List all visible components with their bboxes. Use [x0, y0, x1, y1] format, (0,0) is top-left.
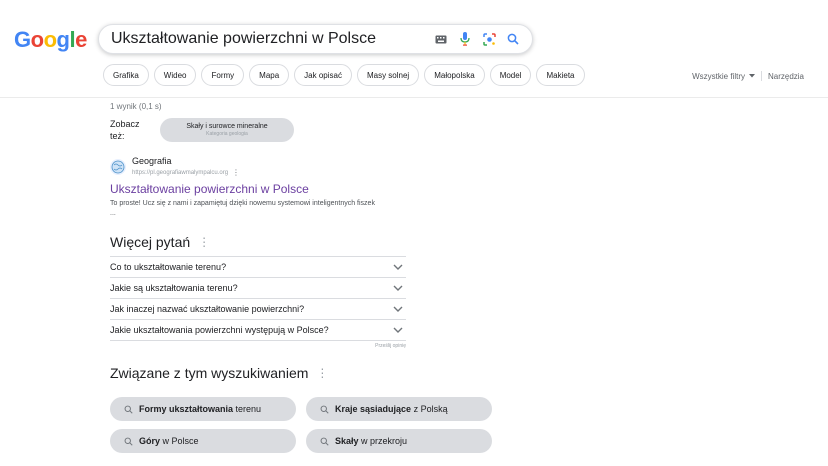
paa-question[interactable]: Jakie są ukształtowania terenu? — [110, 277, 406, 298]
tools-button[interactable]: Narzędzia — [768, 72, 804, 81]
chevron-down-icon — [392, 282, 404, 294]
see-also-chip-subtitle: Kategoria geologia — [206, 131, 248, 137]
paa-question[interactable]: Jak inaczej nazwać ukształtowanie powier… — [110, 298, 406, 319]
paa-question-text: Jakie są ukształtowania terenu? — [110, 283, 238, 293]
chip-jak-opisac[interactable]: Jak opisać — [294, 64, 352, 86]
related-searches-title: Związane z tym wyszukiwaniem — [110, 365, 309, 381]
lens-icon[interactable] — [482, 32, 496, 46]
related-bold-text: Formy ukształtowania — [139, 404, 234, 414]
result-url: https://pl.geografiawmalympalcu.org — [132, 169, 229, 176]
feedback-link[interactable]: Prześlij opinię — [110, 340, 406, 350]
chip-wideo[interactable]: Wideo — [153, 64, 197, 86]
see-also: Zobacz też: Skały i surowce mineralne Ka… — [110, 118, 294, 142]
related-bold-text: Skały — [335, 436, 359, 446]
search-icon — [124, 437, 133, 446]
microphone-icon[interactable] — [458, 32, 472, 46]
result-site[interactable]: Geografia https://pl.geografiawmalympalc… — [110, 156, 410, 177]
result-site-name: Geografia — [132, 156, 172, 166]
search-icon — [320, 405, 329, 414]
paa-title: Więcej pytań — [110, 234, 191, 250]
related-text: w przekroju — [358, 436, 408, 446]
see-also-chip[interactable]: Skały i surowce mineralne Kategoria geol… — [160, 118, 294, 142]
people-also-ask: Więcej pytań ⋮ Co to ukształtowanie tere… — [110, 234, 406, 350]
google-logo[interactable]: Google — [14, 27, 87, 53]
related-search-item[interactable]: Formy ukształtowania terenu — [110, 397, 296, 421]
related-bold-text: Kraje sąsiadujące — [335, 404, 412, 414]
paa-more-icon[interactable]: ⋮ — [198, 235, 210, 249]
related-more-icon[interactable]: ⋮ — [316, 366, 328, 380]
search-icon — [124, 405, 133, 414]
all-filters-label: Wszystkie filtry — [692, 71, 745, 81]
chip-formy[interactable]: Formy — [201, 64, 245, 86]
paa-question[interactable]: Jakie ukształtowania powierzchni występu… — [110, 319, 406, 340]
keyboard-icon[interactable] — [434, 32, 448, 46]
related-bold-text: Góry — [139, 436, 161, 446]
paa-question[interactable]: Co to ukształtowanie terenu? — [110, 256, 406, 277]
globe-favicon-icon — [110, 158, 126, 175]
chip-masy-solnej[interactable]: Masy solnej — [356, 64, 420, 86]
chip-makieta[interactable]: Makieta — [536, 64, 585, 86]
chevron-down-icon — [392, 261, 404, 273]
filter-chips: Grafika Wideo Formy Mapa Jak opisać Masy… — [103, 64, 585, 86]
search-icon[interactable] — [506, 32, 520, 46]
search-input[interactable]: Ukształtowanie powierzchni w Polsce — [111, 30, 434, 48]
related-search-item[interactable]: Kraje sąsiadujące z Polską — [306, 397, 492, 421]
more-options-icon[interactable]: ⋮ — [232, 168, 240, 177]
divider — [760, 71, 762, 81]
chip-mapa[interactable]: Mapa — [249, 64, 290, 86]
related-search-item[interactable]: Góry w Polsce — [110, 429, 296, 453]
chip-model[interactable]: Model — [489, 64, 532, 86]
related-text: z Polską — [411, 404, 448, 414]
related-text: w Polsce — [160, 436, 199, 446]
search-result: Geografia https://pl.geografiawmalympalc… — [110, 156, 410, 219]
chevron-down-icon — [392, 303, 404, 315]
related-text: terenu — [233, 404, 262, 414]
chip-grafika[interactable]: Grafika — [103, 64, 149, 86]
paa-question-text: Jak inaczej nazwać ukształtowanie powier… — [110, 304, 305, 314]
chevron-down-icon — [392, 324, 404, 336]
paa-question-text: Jakie ukształtowania powierzchni występu… — [110, 325, 329, 335]
dropdown-arrow-icon — [748, 74, 755, 78]
header-divider — [0, 97, 828, 98]
result-title-link[interactable]: Ukształtowanie powierzchni w Polsce — [110, 182, 410, 196]
result-snippet: To proste! Ucz się z nami i zapamiętuj d… — [110, 200, 375, 217]
search-box[interactable]: Ukształtowanie powierzchni w Polsce — [98, 24, 533, 54]
see-also-label: Zobacz też: — [110, 119, 140, 141]
search-icon — [320, 437, 329, 446]
paa-question-text: Co to ukształtowanie terenu? — [110, 262, 227, 272]
chip-malopolska[interactable]: Małopolska — [424, 64, 485, 86]
related-searches: Formy ukształtowania terenu Kraje sąsiad… — [110, 397, 492, 453]
all-filters-button[interactable]: Wszystkie filtry — [692, 72, 755, 81]
related-searches-heading: Związane z tym wyszukiwaniem ⋮ — [110, 365, 328, 381]
see-also-chip-title: Skały i surowce mineralne — [186, 123, 268, 130]
tools-bar: Wszystkie filtry Narzędzia — [692, 71, 804, 81]
result-stats: 1 wynik (0,1 s) — [110, 102, 162, 111]
related-search-item[interactable]: Skały w przekroju — [306, 429, 492, 453]
